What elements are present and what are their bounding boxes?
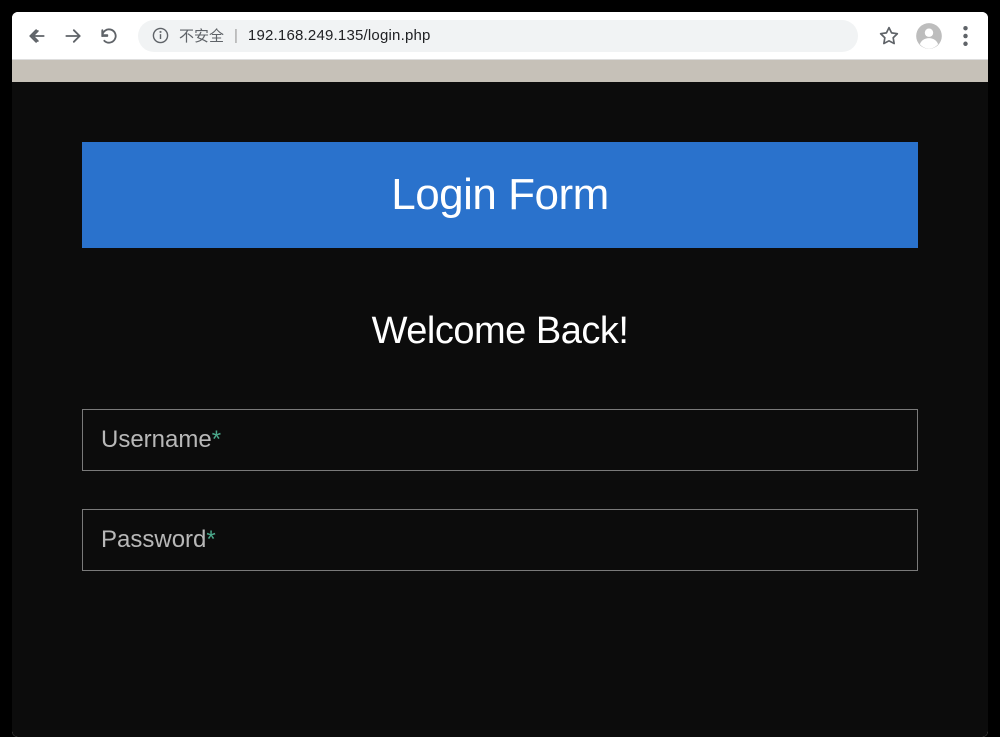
browser-window: 不安全 | 192.168.249.135/login.php Login Fo… — [12, 12, 988, 737]
url-text: 192.168.249.135/login.php — [248, 27, 431, 44]
username-field-group[interactable]: Username* — [82, 409, 918, 471]
reload-icon — [99, 26, 119, 46]
profile-button[interactable] — [912, 19, 946, 53]
user-icon — [915, 22, 943, 50]
username-input[interactable] — [83, 410, 917, 470]
address-bar[interactable]: 不安全 | 192.168.249.135/login.php — [138, 20, 858, 52]
menu-button[interactable] — [952, 19, 978, 53]
welcome-heading: Welcome Back! — [82, 310, 918, 353]
star-icon — [879, 26, 899, 46]
address-divider: | — [234, 27, 238, 44]
info-icon — [152, 27, 169, 44]
password-field-group[interactable]: Password* — [82, 509, 918, 571]
arrow-right-icon — [63, 26, 83, 46]
form-title: Login Form — [82, 142, 918, 248]
arrow-left-icon — [27, 26, 47, 46]
login-panel: Login Form Welcome Back! Username* Passw… — [12, 82, 988, 737]
bookmark-button[interactable] — [872, 19, 906, 53]
forward-button[interactable] — [58, 21, 88, 51]
page-viewport: Login Form Welcome Back! Username* Passw… — [12, 60, 988, 737]
reload-button[interactable] — [94, 21, 124, 51]
dots-vertical-icon — [963, 26, 968, 46]
insecure-label: 不安全 — [179, 25, 224, 46]
back-button[interactable] — [22, 21, 52, 51]
browser-toolbar: 不安全 | 192.168.249.135/login.php — [12, 12, 988, 60]
password-input[interactable] — [83, 510, 917, 570]
